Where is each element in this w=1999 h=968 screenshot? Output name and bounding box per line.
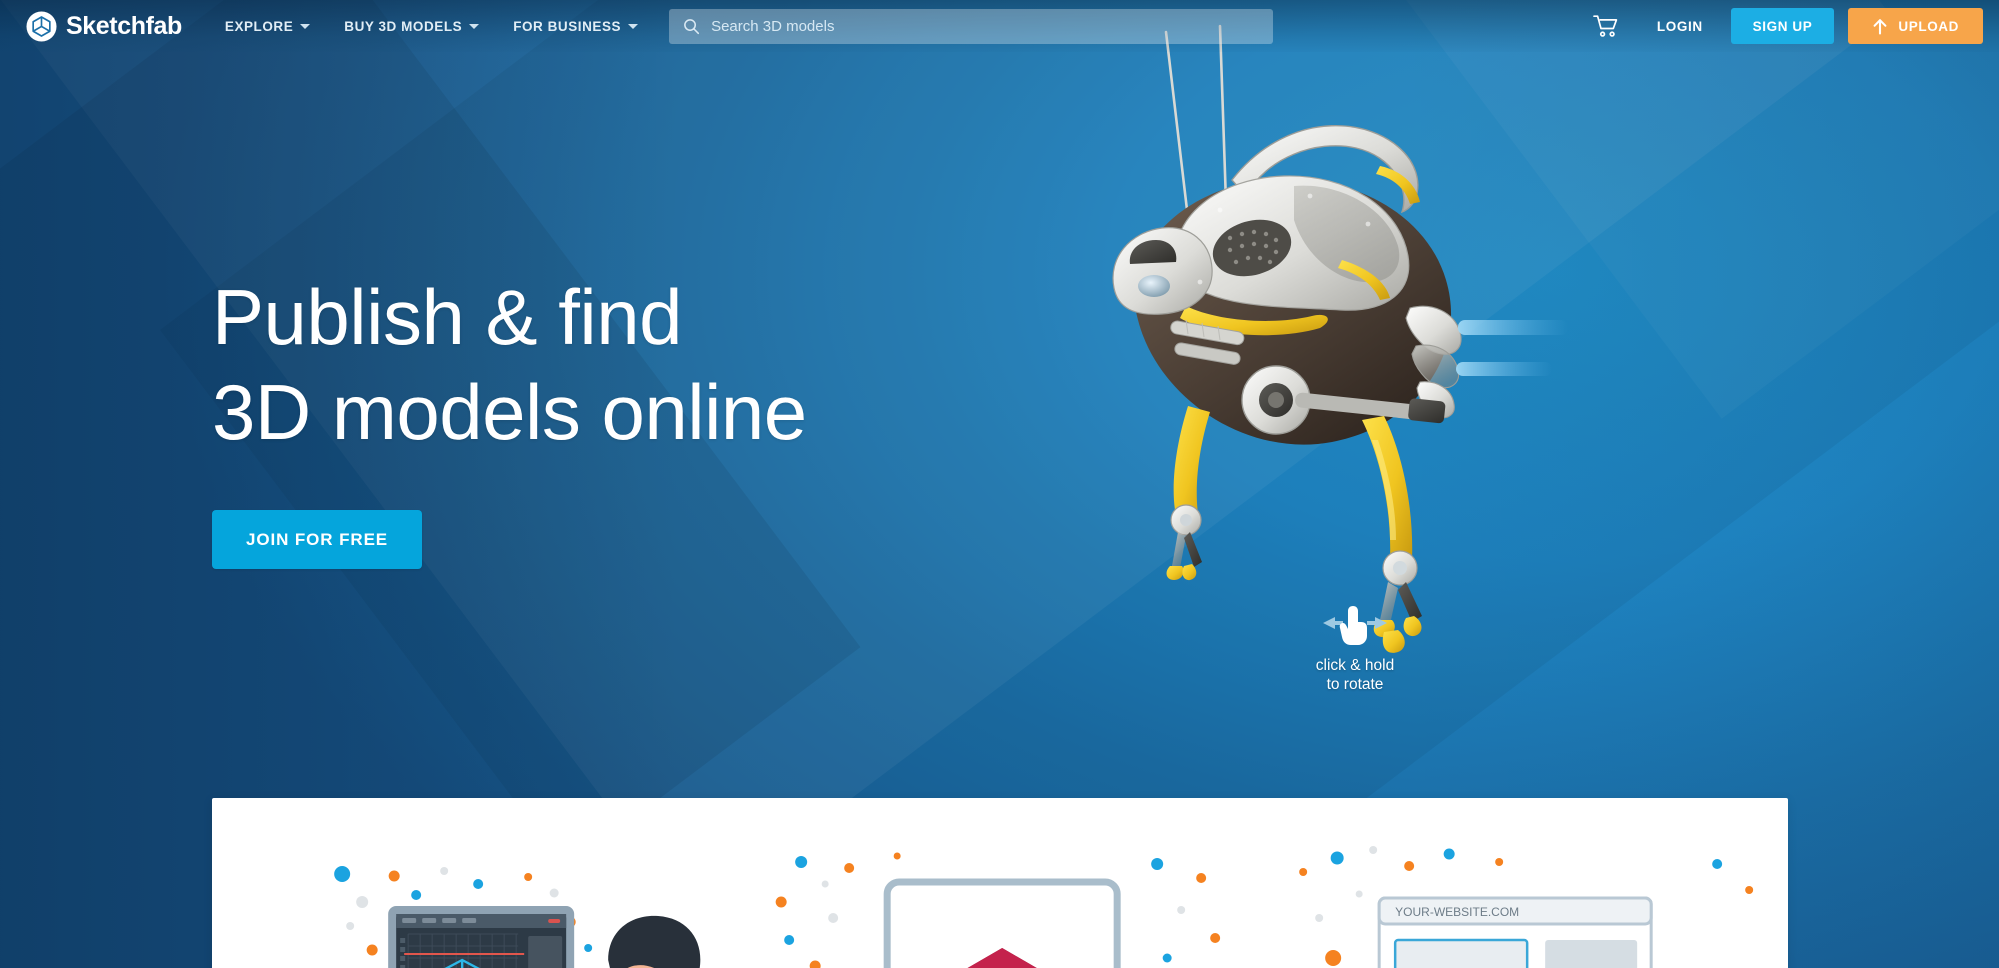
chevron-down-icon <box>300 23 311 29</box>
hero-title-line-2: 3D models online <box>212 367 807 456</box>
shopping-cart-icon <box>1593 14 1618 37</box>
hero-title-line-1: Publish & find <box>212 273 682 361</box>
robot-leg-left <box>1166 406 1210 581</box>
search-box[interactable] <box>669 8 1274 44</box>
feature-embed[interactable]: YOUR-WEBSITE.COM <box>1263 798 1788 968</box>
feature-create[interactable] <box>212 798 737 968</box>
nav-item-label: BUY 3D MODELS <box>344 18 463 34</box>
website-url-label: YOUR-WEBSITE.COM <box>1395 905 1519 919</box>
search-container <box>669 8 1274 44</box>
pointing-hand-rotate-icon <box>1323 606 1387 645</box>
main-navigation: EXPLORE BUY 3D MODELS FOR BUSINESS <box>208 0 655 52</box>
nav-item-label: FOR BUSINESS <box>513 18 622 34</box>
features-card: YOUR-WEBSITE.COM <box>212 798 1788 968</box>
site-header: Sketchfab EXPLORE BUY 3D MODELS FOR BUSI… <box>0 0 1999 52</box>
nav-item-for-business[interactable]: FOR BUSINESS <box>496 0 655 52</box>
hero-title: Publish & find 3D models online <box>212 277 807 456</box>
person-illustration <box>608 915 701 968</box>
tooltip-line-1: click & hold <box>1315 657 1395 674</box>
red-cube-in-frame-icon <box>775 852 1221 968</box>
header-actions: LOGIN SIGN UP UPLOAD <box>1575 8 1983 44</box>
brand-logo-link[interactable]: Sketchfab <box>26 10 182 42</box>
nav-item-buy-3d-models[interactable]: BUY 3D MODELS <box>327 0 496 52</box>
chevron-down-icon <box>469 23 480 29</box>
model-rotate-tooltip: click & hold to rotate <box>1290 600 1420 695</box>
cube-in-circle-logo-icon <box>26 10 57 42</box>
brand-name: Sketchfab <box>66 11 182 40</box>
signup-button[interactable]: SIGN UP <box>1730 8 1835 44</box>
upload-arrow-icon <box>1873 18 1887 35</box>
person-at-3d-modeling-software-icon <box>334 866 701 968</box>
robot-sensor-head <box>1112 227 1213 315</box>
hero-content: Publish & find 3D models online JOIN FOR… <box>212 277 807 570</box>
cart-button[interactable] <box>1575 14 1637 39</box>
nav-item-label: EXPLORE <box>224 18 294 34</box>
tooltip-line-2: to rotate <box>1326 675 1384 693</box>
upload-button-label: UPLOAD <box>1898 18 1959 34</box>
search-icon <box>684 18 700 34</box>
features-row: YOUR-WEBSITE.COM <box>212 798 1788 968</box>
chevron-down-icon <box>628 23 639 29</box>
upload-button[interactable]: UPLOAD <box>1848 8 1983 44</box>
website-embed-mockup-icon: YOUR-WEBSITE.COM <box>1298 846 1753 968</box>
search-input[interactable] <box>711 17 1274 35</box>
red-cube <box>967 948 1038 968</box>
login-button[interactable]: LOGIN <box>1637 19 1723 34</box>
join-for-free-button[interactable]: JOIN FOR FREE <box>212 510 423 570</box>
nav-item-explore[interactable]: EXPLORE <box>208 0 327 52</box>
feature-share[interactable] <box>737 798 1262 968</box>
sketchfab-homepage: Sketchfab EXPLORE BUY 3D MODELS FOR BUSI… <box>0 0 1999 968</box>
